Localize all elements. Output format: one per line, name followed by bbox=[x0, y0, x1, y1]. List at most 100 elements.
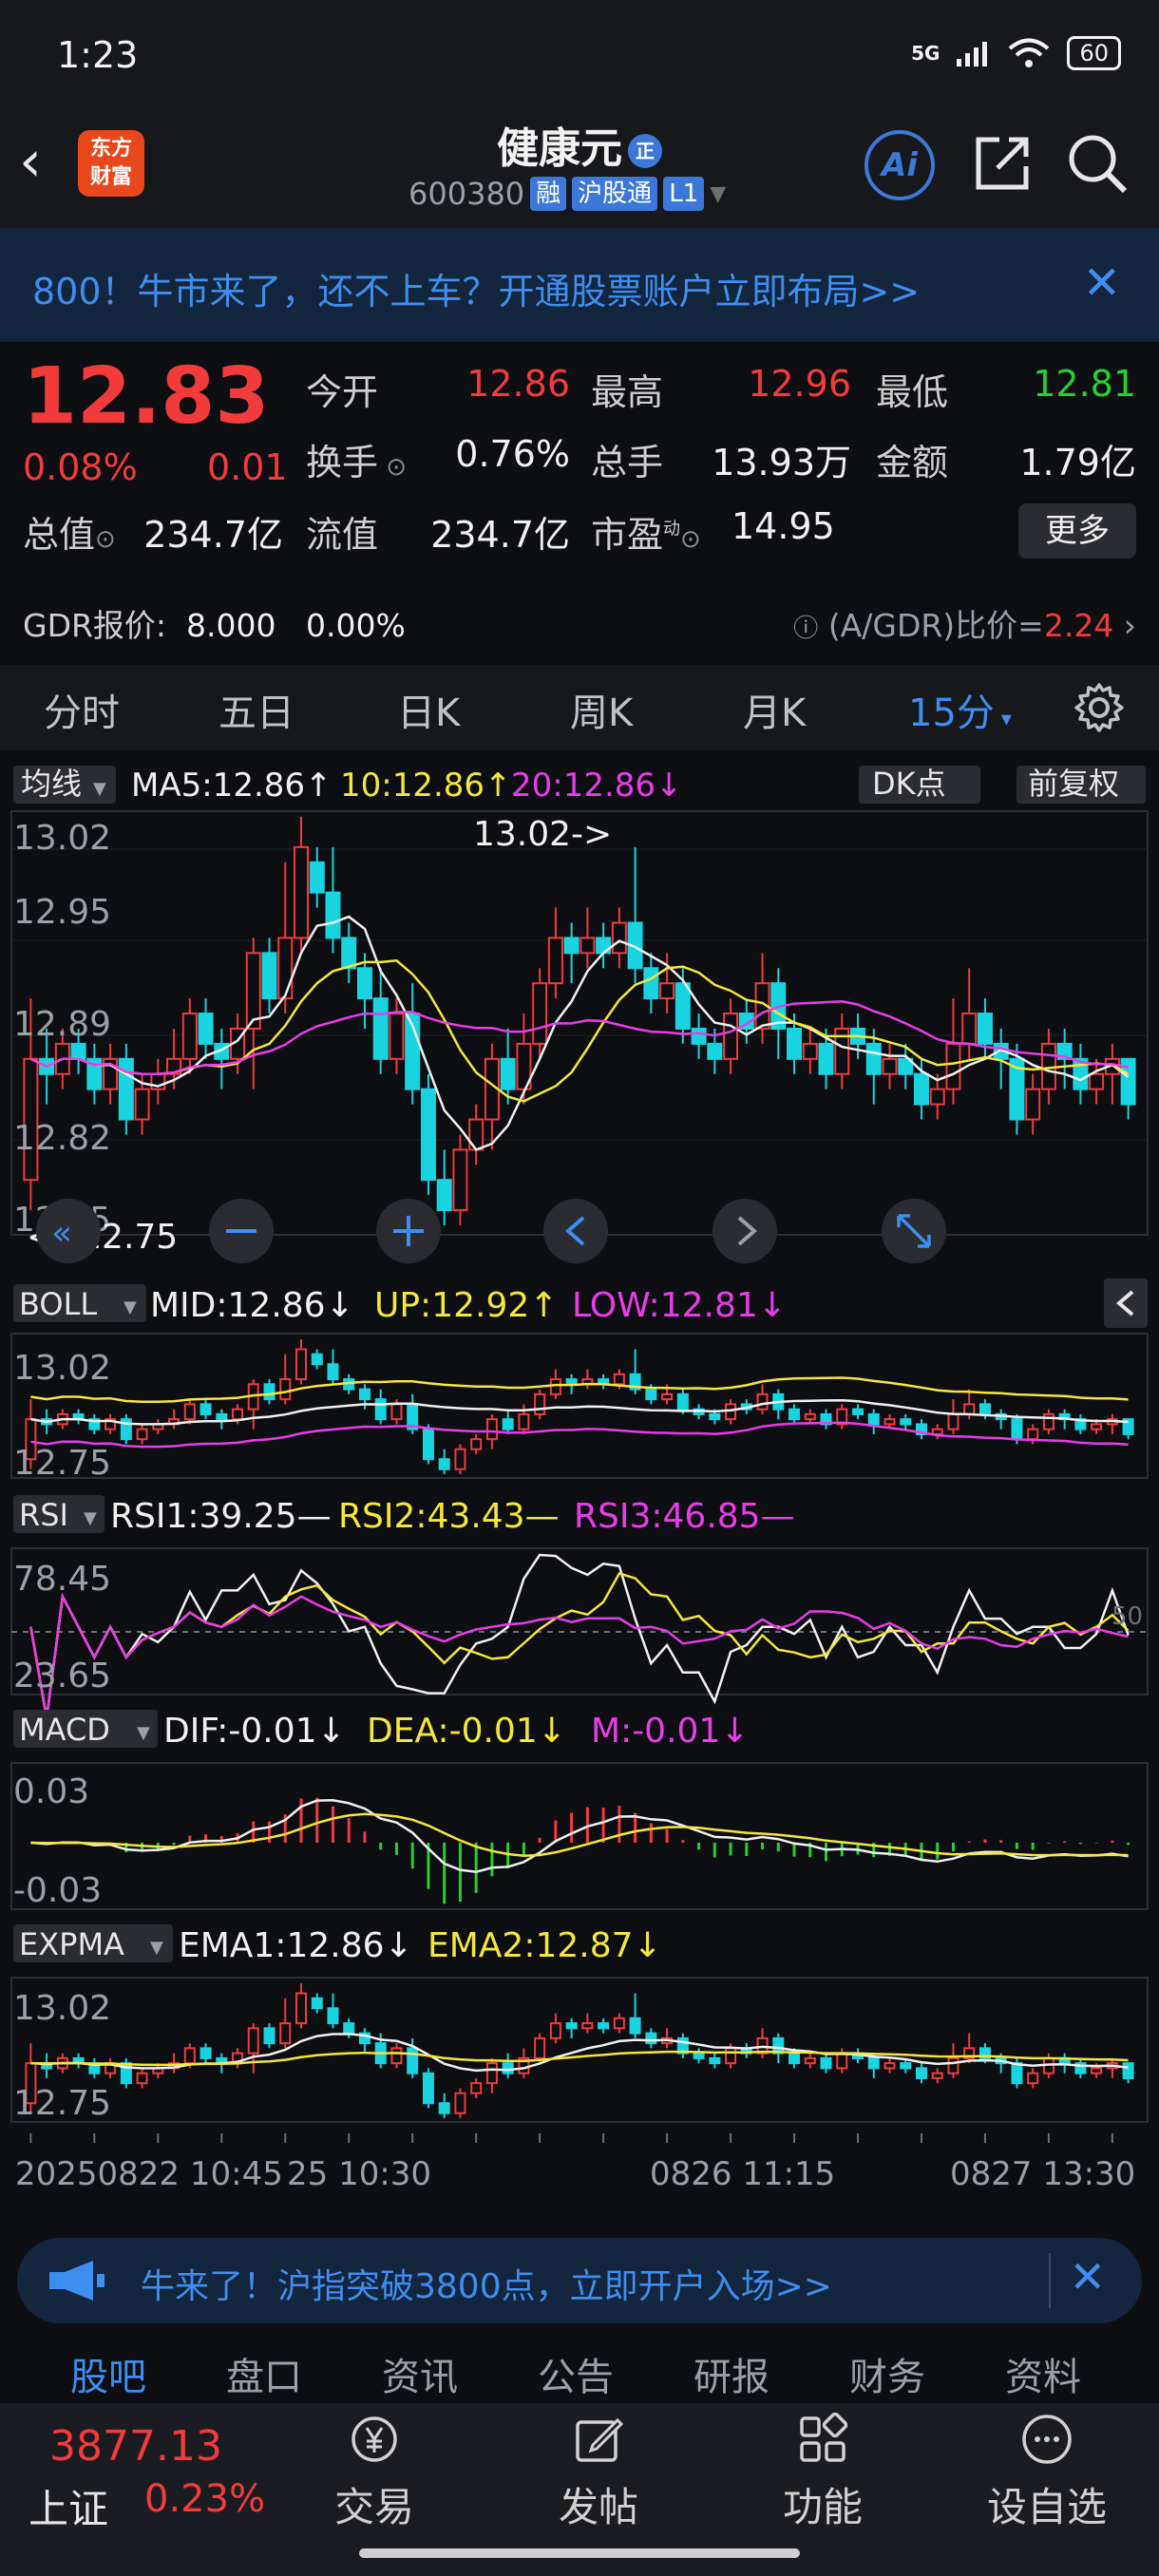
expma-candle bbox=[598, 2022, 610, 2030]
close-icon[interactable]: ✕ bbox=[1069, 2251, 1106, 2302]
mktcap-value: 234.7亿 bbox=[143, 514, 283, 556]
index-pct[interactable]: 0.23% bbox=[144, 2477, 265, 2521]
expma-candle bbox=[502, 2062, 514, 2074]
tab-intraday[interactable]: 分时 bbox=[44, 682, 120, 737]
main-candle bbox=[818, 1042, 834, 1075]
ma5-label: MA5:12.86↑ bbox=[131, 767, 332, 805]
nav-functions[interactable]: 功能 bbox=[756, 2412, 889, 2533]
boll-candle bbox=[183, 1403, 196, 1421]
boll-low: LOW:12.81↓ bbox=[572, 1286, 787, 1325]
expma-candle bbox=[183, 2047, 196, 2065]
boll-ymax: 13.02 bbox=[13, 1349, 111, 1388]
main-candle bbox=[1089, 1072, 1105, 1090]
x-label-2: 25 10:30 bbox=[287, 2155, 431, 2193]
tab-research[interactable]: 研报 bbox=[694, 2346, 770, 2401]
boll-candle bbox=[295, 1348, 307, 1381]
nav-post[interactable]: 发帖 bbox=[532, 2413, 665, 2533]
expma-candle bbox=[279, 2022, 292, 2045]
more-button[interactable]: 更多 bbox=[1018, 503, 1136, 559]
main-candle bbox=[643, 967, 659, 1000]
dk-label: DK点 bbox=[872, 766, 946, 802]
amount-value: 1.79亿 bbox=[1019, 442, 1136, 483]
kline-chart[interactable]: 均线 ▼ MA5:12.86↑ 10:12.86↑ 20:12.86↓ DK点 … bbox=[0, 750, 1159, 2223]
boll-candle bbox=[279, 1378, 292, 1401]
tab-announcements[interactable]: 公告 bbox=[538, 2346, 614, 2401]
stock-subtitle[interactable]: 600380 融 沪股通 L1 ▼ bbox=[408, 176, 726, 212]
boll-candle bbox=[900, 1418, 912, 1426]
status-time: 1:23 bbox=[57, 34, 139, 76]
ai-button[interactable]: Ai bbox=[864, 130, 935, 200]
boll-candle bbox=[661, 1392, 674, 1401]
chevron-down-icon: ▼ bbox=[84, 1508, 97, 1528]
gdr-ratio[interactable]: ⓘ (A/GDR)比价=2.24 › bbox=[793, 600, 1136, 646]
tab-forum[interactable]: 股吧 bbox=[70, 2346, 146, 2401]
expma-candle bbox=[311, 1997, 323, 2010]
promo-banner[interactable]: 800！牛市来了，还不上车？开通股票账户立即布局>> ✕ bbox=[0, 228, 1159, 342]
expma-candle bbox=[549, 2022, 561, 2039]
expma-candle bbox=[343, 2022, 355, 2035]
pe-label[interactable]: 市盈动⊙ bbox=[591, 505, 701, 558]
x-label-4: 0827 13:30 bbox=[950, 2155, 1135, 2193]
open-label: 今开 bbox=[306, 371, 379, 413]
expma-candle bbox=[693, 2052, 705, 2059]
mktcap-label[interactable]: 总值⊙ bbox=[23, 505, 116, 558]
nav-watchlist[interactable]: 设自选 bbox=[980, 2413, 1113, 2533]
rsi2-label: RSI2:43.43— bbox=[338, 1497, 560, 1536]
expma-candle bbox=[565, 2022, 578, 2030]
tab-orderbook[interactable]: 盘口 bbox=[226, 2346, 302, 2401]
expma-candle bbox=[1122, 2062, 1134, 2079]
gear-icon[interactable] bbox=[1074, 682, 1125, 733]
tab-monthly-k[interactable]: 月K bbox=[743, 682, 806, 737]
share-icon[interactable] bbox=[971, 132, 1034, 195]
scroll-left-icon[interactable] bbox=[543, 1199, 608, 1263]
expma-candle bbox=[725, 2047, 737, 2065]
expma-candle bbox=[1091, 2067, 1103, 2074]
boll-candle bbox=[327, 1363, 339, 1381]
turnover-label[interactable]: 换手 ⊙ bbox=[306, 433, 407, 485]
index-name[interactable]: 上证 bbox=[28, 2477, 108, 2535]
expma-candle bbox=[327, 2007, 339, 2025]
main-candle bbox=[674, 982, 691, 1030]
macd-ymax: 0.03 bbox=[13, 1772, 89, 1811]
expma-candle bbox=[709, 2056, 721, 2065]
header: ‹ 东方 财富 健康元正 600380 融 沪股通 L1 ▼ Ai bbox=[0, 109, 1159, 228]
promo-banner-text: 800！牛市来了，还不上车？开通股票账户立即布局>> bbox=[32, 271, 921, 313]
chevron-down-icon: ▼ bbox=[93, 779, 106, 799]
boll-candle bbox=[549, 1378, 561, 1395]
main-candle bbox=[261, 952, 277, 1000]
main-candle bbox=[580, 937, 596, 955]
tab-profile[interactable]: 资料 bbox=[1005, 2346, 1081, 2401]
main-candle bbox=[913, 1072, 929, 1106]
boll-candle bbox=[438, 1458, 450, 1470]
expma-candle bbox=[645, 2032, 657, 2045]
low-label: 最低 bbox=[876, 371, 949, 413]
nav-trade[interactable]: 交易 bbox=[308, 2413, 441, 2533]
main-candle bbox=[500, 1057, 516, 1090]
tab-daily-k[interactable]: 日K bbox=[397, 682, 460, 737]
collapse-panel-button[interactable] bbox=[1104, 1279, 1148, 1328]
expma-candle bbox=[629, 2017, 641, 2035]
main-candle bbox=[134, 1088, 150, 1121]
boll-candle bbox=[867, 1412, 880, 1426]
index-value[interactable]: 3877.13 bbox=[49, 2422, 222, 2471]
high-value: 12.96 bbox=[748, 363, 851, 405]
promo-banner-bottom[interactable]: 牛来了！沪指突破3800点，立即开户入场>> ✕ bbox=[17, 2238, 1142, 2323]
chevron-down-icon: ▼ bbox=[124, 1297, 137, 1317]
boll-label: BOLL bbox=[19, 1286, 97, 1322]
expma-ema2: EMA2:12.87↓ bbox=[428, 1926, 662, 1965]
macd-label: MACD bbox=[19, 1712, 110, 1748]
macd-dea: DEA:-0.01↓ bbox=[367, 1712, 566, 1751]
scroll-right-icon[interactable] bbox=[712, 1199, 777, 1263]
main-candle bbox=[691, 1027, 707, 1045]
tab-five-day[interactable]: 五日 bbox=[218, 682, 294, 737]
tab-finance[interactable]: 财务 bbox=[849, 2346, 925, 2401]
tab-news[interactable]: 资讯 bbox=[382, 2346, 458, 2401]
tab-weekly-k[interactable]: 周K bbox=[570, 682, 633, 737]
main-candle bbox=[309, 861, 325, 894]
ma20-label: 20:12.86↓ bbox=[511, 767, 683, 805]
search-icon[interactable] bbox=[1066, 132, 1129, 195]
expma-candle bbox=[804, 2056, 816, 2065]
promo-banner-bottom-text: 牛来了！沪指突破3800点，立即开户入场>> bbox=[141, 2267, 832, 2306]
close-icon[interactable]: ✕ bbox=[1083, 256, 1121, 310]
tab-15min[interactable]: 15分 ▾ bbox=[908, 682, 1012, 737]
